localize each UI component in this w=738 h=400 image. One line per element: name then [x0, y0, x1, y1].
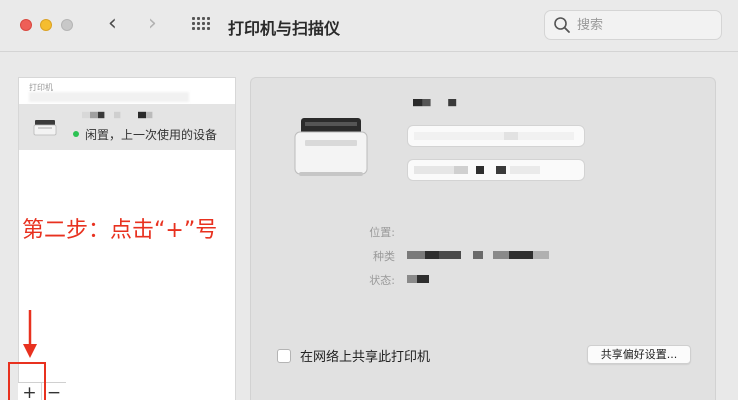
search-input[interactable]	[577, 15, 713, 35]
annotation-step-text: 第二步：点击“+”号	[22, 218, 218, 243]
search-box[interactable]	[544, 10, 722, 40]
redacted-printer-name	[82, 111, 153, 119]
share-printer-row[interactable]: 在网络上共享此打印机	[277, 346, 430, 365]
location-label: 位置:	[369, 226, 395, 239]
status-idle-dot	[73, 131, 79, 137]
close-window-button[interactable]	[20, 19, 32, 31]
show-all-grid-icon[interactable]	[192, 17, 210, 31]
window-titlebar: ‹ › 打印机与扫描仪	[0, 0, 738, 52]
printer-detail-panel: 位置: 种类 状态: 在网络上共享此打印机 共享偏好设置...	[250, 77, 716, 400]
annotation-highlight-box	[8, 362, 46, 400]
printer-list-header: 打印机	[29, 83, 53, 92]
annotation-arrow-icon	[23, 310, 37, 358]
share-printer-label[interactable]: 在网络上共享此打印机	[300, 346, 430, 365]
printer-name-field[interactable]	[407, 125, 585, 147]
share-printer-checkbox[interactable]	[277, 348, 291, 363]
window-title: 打印机与扫描仪	[228, 19, 341, 38]
sharing-preferences-button[interactable]: 共享偏好设置...	[587, 345, 691, 364]
redacted-status-value	[407, 275, 429, 283]
status-label: 状态:	[369, 274, 395, 287]
forward-button[interactable]: ›	[148, 13, 157, 35]
printer-icon	[33, 120, 57, 136]
search-icon	[554, 17, 570, 33]
printer-list-item[interactable]: 闲置，上一次使用的设备	[19, 104, 235, 150]
redacted-kind-value	[407, 251, 549, 259]
printer-status-text: 闲置，上一次使用的设备	[85, 128, 218, 142]
redacted-location-value	[414, 166, 540, 174]
printer-large-icon	[294, 118, 368, 176]
list-header-blur	[29, 92, 189, 102]
printer-location-field[interactable]	[407, 159, 585, 181]
maximize-window-button[interactable]	[61, 19, 73, 31]
minimize-window-button[interactable]	[40, 19, 52, 31]
redacted-printer-title	[413, 99, 457, 107]
kind-label: 种类	[373, 250, 395, 263]
back-button[interactable]: ‹	[108, 13, 117, 35]
redacted-name-value	[414, 132, 574, 140]
